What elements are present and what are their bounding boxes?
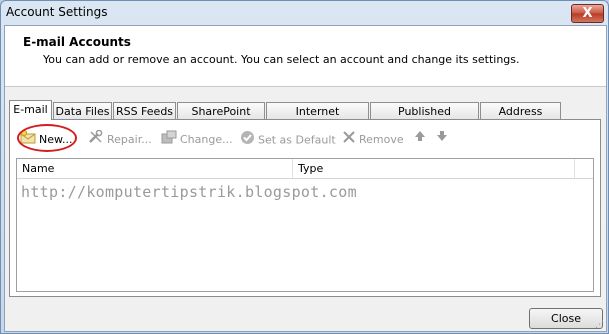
tab-sharepoint-lists[interactable]: SharePoint Lists xyxy=(177,102,265,135)
tab-address-books[interactable]: Address Books xyxy=(480,102,561,135)
tab-published-calendars[interactable]: Published Calendars xyxy=(370,102,479,135)
close-button[interactable]: Close xyxy=(529,308,603,329)
email-tab-panel: New... Repair... Change... Set as Defaul… xyxy=(9,119,601,297)
move-down-button[interactable] xyxy=(436,130,451,148)
set-as-default-label: Set as Default xyxy=(258,133,336,147)
change-icon xyxy=(161,130,177,150)
remove-x-icon xyxy=(342,130,356,150)
repair-label: Repair... xyxy=(107,133,152,146)
change-label: Change... xyxy=(180,133,233,146)
watermark-text: http://komputertipstrik.blogspot.com xyxy=(21,183,357,201)
highlight-circle xyxy=(17,124,77,152)
dialog-header: E-mail Accounts You can add or remove an… xyxy=(5,26,606,87)
remove-label: Remove xyxy=(359,133,404,146)
new-account-button[interactable]: New... xyxy=(17,124,77,152)
section-title: E-mail Accounts xyxy=(23,35,131,49)
column-header-type[interactable]: Type xyxy=(293,159,575,178)
checkmark-icon xyxy=(240,130,255,151)
tab-data-files[interactable]: Data Files xyxy=(53,102,112,119)
arrow-up-icon xyxy=(414,130,426,148)
arrow-down-icon xyxy=(436,130,448,148)
tab-internet-calendars[interactable]: Internet Calendars xyxy=(266,102,369,135)
close-button-label: Close xyxy=(551,312,581,325)
set-as-default-button[interactable]: Set as Default xyxy=(240,130,336,148)
tab-strip: E-mail Data Files RSS Feeds SharePoint L… xyxy=(9,100,599,135)
wrench-icon xyxy=(88,129,104,150)
title-bar: Account Settings X xyxy=(1,1,608,25)
window-title: Account Settings xyxy=(6,5,108,19)
section-description: You can add or remove an account. You ca… xyxy=(43,53,520,66)
tab-rss-feeds[interactable]: RSS Feeds xyxy=(113,102,176,119)
account-toolbar: New... Repair... Change... Set as Defaul… xyxy=(16,124,596,152)
tab-email[interactable]: E-mail xyxy=(9,100,52,120)
close-icon: X xyxy=(582,6,593,21)
account-list[interactable]: Name Type http://komputertipstrik.blogsp… xyxy=(16,158,594,292)
column-header-name[interactable]: Name xyxy=(17,159,293,178)
move-up-button[interactable] xyxy=(414,130,429,148)
account-settings-window: Account Settings X E-mail Accounts You c… xyxy=(0,0,609,334)
resize-grip-icon[interactable]: ⋰ xyxy=(595,320,605,330)
change-button[interactable]: Change... xyxy=(161,130,233,148)
repair-button[interactable]: Repair... xyxy=(88,129,152,150)
dialog-body: E-mail Accounts You can add or remove an… xyxy=(4,25,607,332)
list-header: Name Type xyxy=(17,159,593,179)
window-close-button[interactable]: X xyxy=(571,4,604,23)
remove-button[interactable]: Remove xyxy=(342,130,404,148)
